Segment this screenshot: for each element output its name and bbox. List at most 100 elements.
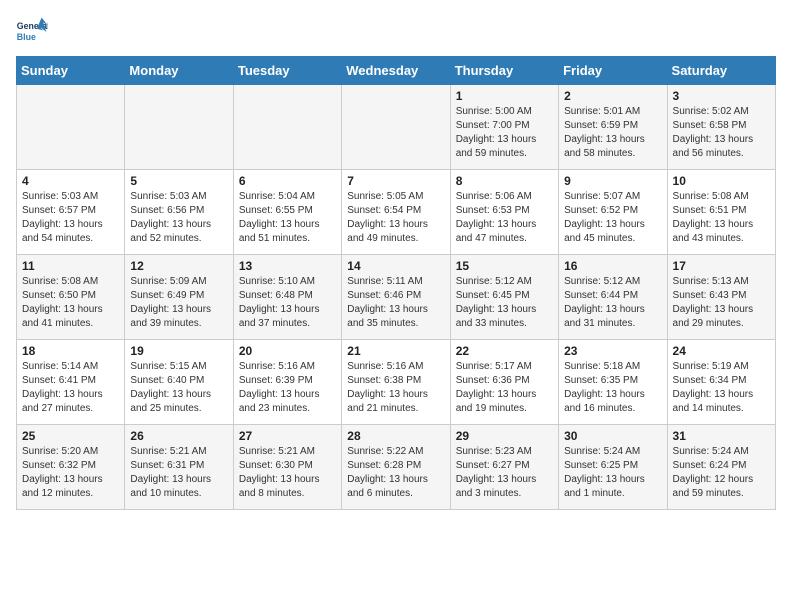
day-number: 14	[347, 259, 444, 273]
calendar-cell: 19Sunrise: 5:15 AM Sunset: 6:40 PM Dayli…	[125, 340, 233, 425]
day-info: Sunrise: 5:04 AM Sunset: 6:55 PM Dayligh…	[239, 190, 336, 246]
calendar-cell: 5 Sunrise: 5:03 AM Sunset: 6:56 PM Daylig…	[125, 170, 233, 255]
calendar-cell: 21 Sunrise: 5:16 AM Sunset: 6:38 PM Dayli…	[342, 340, 450, 425]
day-info: Sunrise: 5:22 AM Sunset: 6:28 PM Dayligh…	[347, 445, 444, 501]
day-number: 20	[239, 344, 336, 358]
calendar-cell: 12Sunrise: 5:09 AM Sunset: 6:49 PM Dayli…	[125, 255, 233, 340]
day-number: 18	[22, 344, 119, 358]
day-number: 12	[130, 259, 227, 273]
day-number: 30	[564, 429, 661, 443]
calendar-cell	[125, 85, 233, 170]
calendar-cell: 9 Sunrise: 5:07 AM Sunset: 6:52 PM Daylig…	[559, 170, 667, 255]
day-number: 28	[347, 429, 444, 443]
day-number: 13	[239, 259, 336, 273]
day-info: Sunrise: 5:13 AM Sunset: 6:43 PM Dayligh…	[673, 275, 770, 331]
day-number: 10	[673, 174, 770, 188]
calendar-cell: 22 Sunrise: 5:17 AM Sunset: 6:36 PM Dayli…	[450, 340, 558, 425]
day-info: Sunrise: 5:24 AM Sunset: 6:25 PM Dayligh…	[564, 445, 661, 501]
day-number: 16	[564, 259, 661, 273]
calendar-cell: 8Sunrise: 5:06 AM Sunset: 6:53 PM Daylig…	[450, 170, 558, 255]
day-info: Sunrise: 5:19 AM Sunset: 6:34 PM Dayligh…	[673, 360, 770, 416]
day-header-tuesday: Tuesday	[233, 57, 341, 85]
day-info: Sunrise: 5:24 AM Sunset: 6:24 PM Dayligh…	[673, 445, 770, 501]
day-number: 26	[130, 429, 227, 443]
logo-icon: General Blue	[16, 16, 48, 48]
svg-text:Blue: Blue	[17, 32, 36, 42]
calendar-table: SundayMondayTuesdayWednesdayThursdayFrid…	[16, 56, 776, 510]
week-row-4: 18Sunrise: 5:14 AM Sunset: 6:41 PM Dayli…	[17, 340, 776, 425]
calendar-cell	[17, 85, 125, 170]
calendar-cell: 24 Sunrise: 5:19 AM Sunset: 6:34 PM Dayli…	[667, 340, 775, 425]
day-header-wednesday: Wednesday	[342, 57, 450, 85]
day-info: Sunrise: 5:07 AM Sunset: 6:52 PM Dayligh…	[564, 190, 661, 246]
day-number: 22	[456, 344, 553, 358]
calendar-cell	[233, 85, 341, 170]
day-number: 5	[130, 174, 227, 188]
calendar-cell: 27 Sunrise: 5:21 AM Sunset: 6:30 PM Dayli…	[233, 425, 341, 510]
day-header-sunday: Sunday	[17, 57, 125, 85]
day-header-thursday: Thursday	[450, 57, 558, 85]
calendar-cell: 10 Sunrise: 5:08 AM Sunset: 6:51 PM Dayli…	[667, 170, 775, 255]
day-info: Sunrise: 5:05 AM Sunset: 6:54 PM Dayligh…	[347, 190, 444, 246]
calendar-cell: 28 Sunrise: 5:22 AM Sunset: 6:28 PM Dayli…	[342, 425, 450, 510]
calendar-cell: 7 Sunrise: 5:05 AM Sunset: 6:54 PM Daylig…	[342, 170, 450, 255]
day-number: 9	[564, 174, 661, 188]
day-info: Sunrise: 5:12 AM Sunset: 6:45 PM Dayligh…	[456, 275, 553, 331]
day-info: Sunrise: 5:21 AM Sunset: 6:30 PM Dayligh…	[239, 445, 336, 501]
calendar-body: 1 Sunrise: 5:00 AM Sunset: 7:00 PM Daylig…	[17, 85, 776, 510]
day-number: 11	[22, 259, 119, 273]
day-info: Sunrise: 5:11 AM Sunset: 6:46 PM Dayligh…	[347, 275, 444, 331]
day-info: Sunrise: 5:12 AM Sunset: 6:44 PM Dayligh…	[564, 275, 661, 331]
calendar-cell: 14 Sunrise: 5:11 AM Sunset: 6:46 PM Dayli…	[342, 255, 450, 340]
day-info: Sunrise: 5:21 AM Sunset: 6:31 PM Dayligh…	[130, 445, 227, 501]
calendar-cell: 4Sunrise: 5:03 AM Sunset: 6:57 PM Daylig…	[17, 170, 125, 255]
day-number: 1	[456, 89, 553, 103]
calendar-cell: 6 Sunrise: 5:04 AM Sunset: 6:55 PM Daylig…	[233, 170, 341, 255]
calendar-cell: 25 Sunrise: 5:20 AM Sunset: 6:32 PM Dayli…	[17, 425, 125, 510]
day-info: Sunrise: 5:17 AM Sunset: 6:36 PM Dayligh…	[456, 360, 553, 416]
calendar-cell: 11 Sunrise: 5:08 AM Sunset: 6:50 PM Dayli…	[17, 255, 125, 340]
day-info: Sunrise: 5:10 AM Sunset: 6:48 PM Dayligh…	[239, 275, 336, 331]
day-number: 29	[456, 429, 553, 443]
day-header-friday: Friday	[559, 57, 667, 85]
calendar-cell: 13 Sunrise: 5:10 AM Sunset: 6:48 PM Dayli…	[233, 255, 341, 340]
day-number: 24	[673, 344, 770, 358]
day-number: 19	[130, 344, 227, 358]
calendar-cell: 29Sunrise: 5:23 AM Sunset: 6:27 PM Dayli…	[450, 425, 558, 510]
calendar-cell	[342, 85, 450, 170]
calendar-cell: 15 Sunrise: 5:12 AM Sunset: 6:45 PM Dayli…	[450, 255, 558, 340]
day-header-saturday: Saturday	[667, 57, 775, 85]
day-info: Sunrise: 5:02 AM Sunset: 6:58 PM Dayligh…	[673, 105, 770, 161]
day-info: Sunrise: 5:08 AM Sunset: 6:51 PM Dayligh…	[673, 190, 770, 246]
calendar-cell: 30 Sunrise: 5:24 AM Sunset: 6:25 PM Dayli…	[559, 425, 667, 510]
day-info: Sunrise: 5:18 AM Sunset: 6:35 PM Dayligh…	[564, 360, 661, 416]
day-number: 21	[347, 344, 444, 358]
day-info: Sunrise: 5:03 AM Sunset: 6:57 PM Dayligh…	[22, 190, 119, 246]
day-number: 6	[239, 174, 336, 188]
day-number: 27	[239, 429, 336, 443]
calendar-header: SundayMondayTuesdayWednesdayThursdayFrid…	[17, 57, 776, 85]
day-number: 31	[673, 429, 770, 443]
week-row-3: 11 Sunrise: 5:08 AM Sunset: 6:50 PM Dayli…	[17, 255, 776, 340]
day-info: Sunrise: 5:08 AM Sunset: 6:50 PM Dayligh…	[22, 275, 119, 331]
calendar-cell: 1 Sunrise: 5:00 AM Sunset: 7:00 PM Daylig…	[450, 85, 558, 170]
day-info: Sunrise: 5:00 AM Sunset: 7:00 PM Dayligh…	[456, 105, 553, 161]
day-info: Sunrise: 5:16 AM Sunset: 6:38 PM Dayligh…	[347, 360, 444, 416]
calendar-cell: 2Sunrise: 5:01 AM Sunset: 6:59 PM Daylig…	[559, 85, 667, 170]
day-number: 7	[347, 174, 444, 188]
day-number: 25	[22, 429, 119, 443]
calendar-cell: 3 Sunrise: 5:02 AM Sunset: 6:58 PM Daylig…	[667, 85, 775, 170]
day-number: 2	[564, 89, 661, 103]
day-info: Sunrise: 5:16 AM Sunset: 6:39 PM Dayligh…	[239, 360, 336, 416]
day-number: 8	[456, 174, 553, 188]
day-number: 3	[673, 89, 770, 103]
calendar-cell: 31 Sunrise: 5:24 AM Sunset: 6:24 PM Dayli…	[667, 425, 775, 510]
day-info: Sunrise: 5:03 AM Sunset: 6:56 PM Dayligh…	[130, 190, 227, 246]
calendar-cell: 17 Sunrise: 5:13 AM Sunset: 6:43 PM Dayli…	[667, 255, 775, 340]
day-info: Sunrise: 5:20 AM Sunset: 6:32 PM Dayligh…	[22, 445, 119, 501]
day-number: 15	[456, 259, 553, 273]
day-number: 17	[673, 259, 770, 273]
calendar-cell: 18Sunrise: 5:14 AM Sunset: 6:41 PM Dayli…	[17, 340, 125, 425]
calendar-cell: 26 Sunrise: 5:21 AM Sunset: 6:31 PM Dayli…	[125, 425, 233, 510]
calendar-cell: 23Sunrise: 5:18 AM Sunset: 6:35 PM Dayli…	[559, 340, 667, 425]
